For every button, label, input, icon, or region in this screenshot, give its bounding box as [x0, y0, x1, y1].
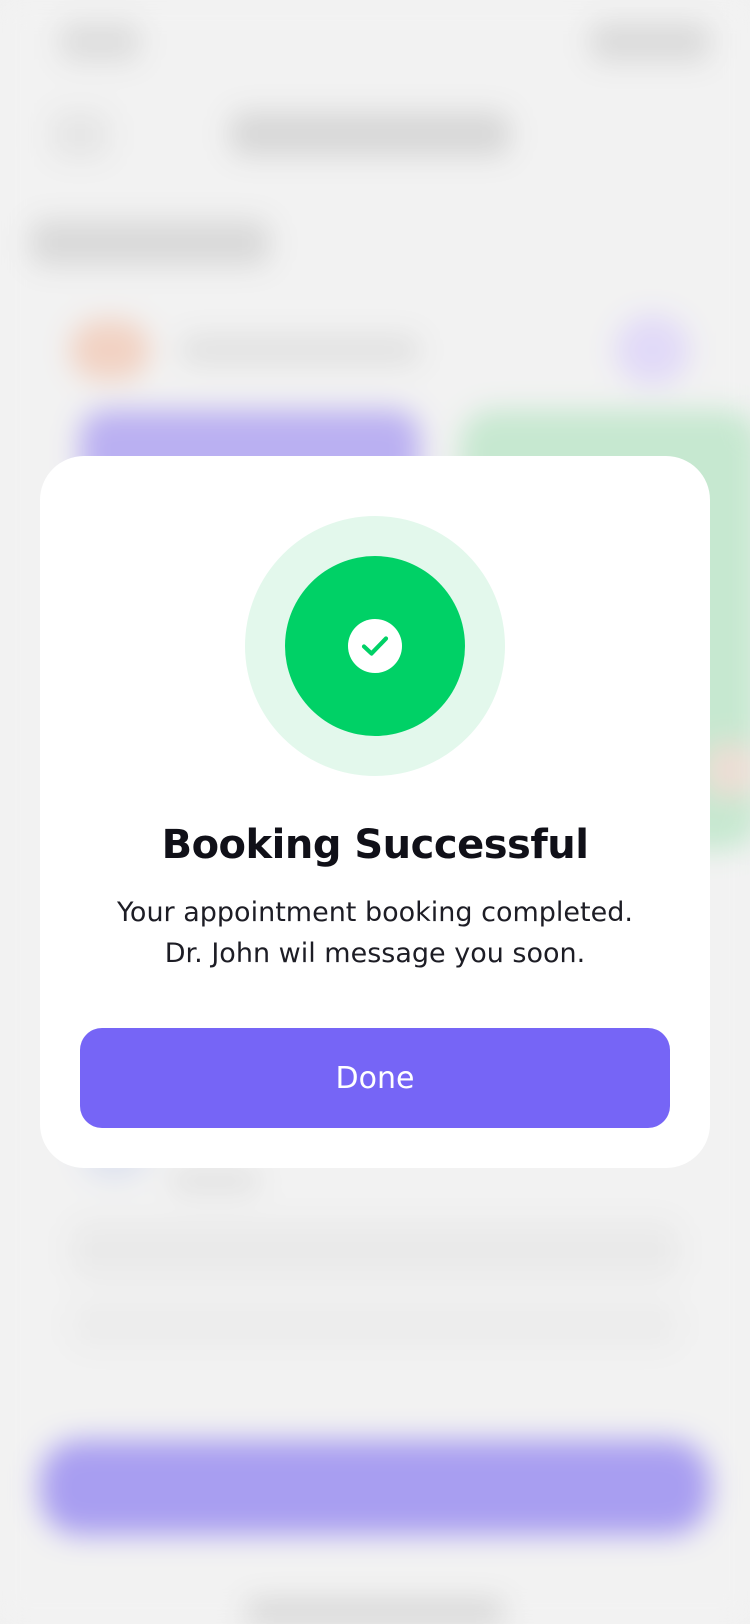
dialog-title: Booking Successful — [161, 822, 589, 868]
dialog-message-line: Dr. John wil message you soon. — [164, 938, 586, 969]
dialog-message-line: Your appointment booking completed. — [117, 897, 633, 928]
success-icon-halo — [245, 516, 505, 776]
done-button[interactable]: Done — [80, 1028, 670, 1128]
success-icon-badge — [285, 556, 465, 736]
check-circle — [348, 619, 402, 673]
check-icon — [361, 636, 389, 656]
booking-success-dialog: Booking Successful Your appointment book… — [40, 456, 710, 1168]
dialog-message: Your appointment booking completed. Dr. … — [40, 892, 710, 974]
